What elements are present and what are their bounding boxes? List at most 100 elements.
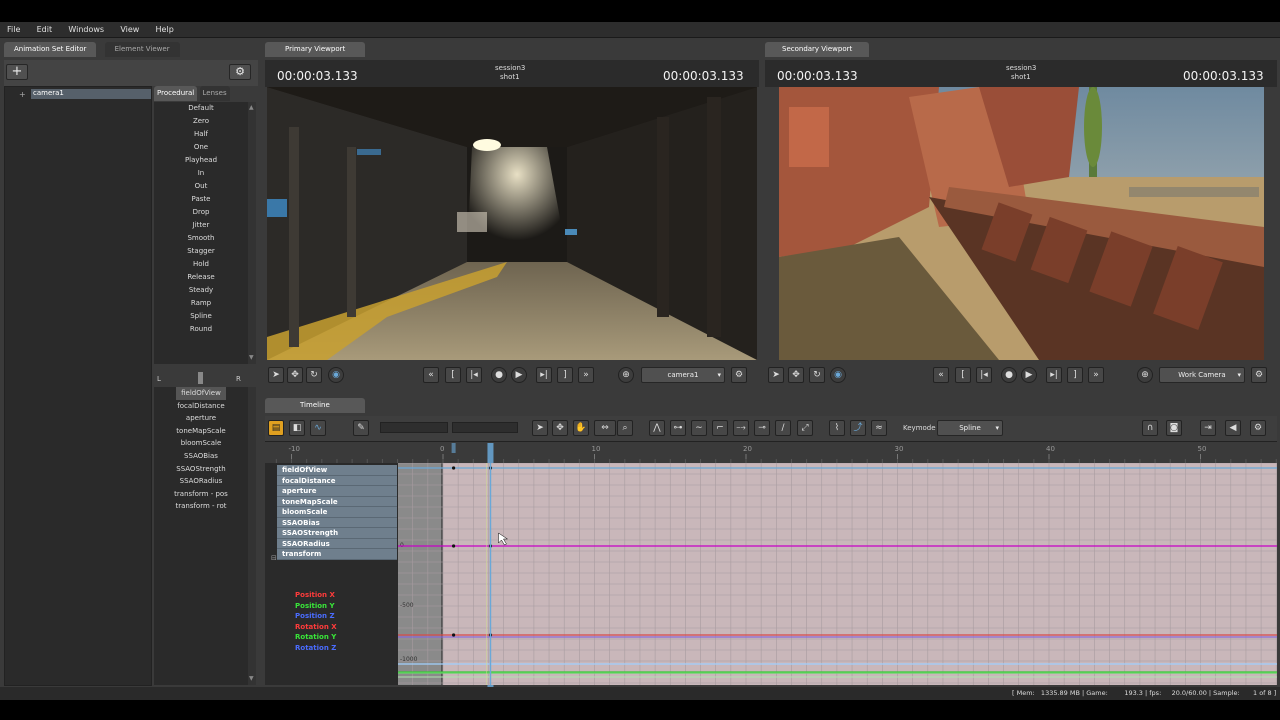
fast-forward-icon-2[interactable]: » (1088, 367, 1104, 383)
record-icon-2[interactable]: ● (1001, 367, 1017, 383)
viewport-gear-icon-2[interactable]: ⚙ (1251, 367, 1267, 383)
preset-item[interactable]: One (154, 141, 248, 154)
preset-item[interactable]: Drop (154, 206, 248, 219)
curve-editor-icon[interactable]: ▤ (268, 420, 284, 436)
preset-item[interactable]: Playhead (154, 154, 248, 167)
camera-settings-icon-2[interactable]: ⊕ (1137, 367, 1153, 383)
magnet-icon[interactable]: ∩ (1142, 420, 1158, 436)
transform-channel-row[interactable]: Position X (277, 590, 397, 601)
preset-item[interactable]: Spline (154, 310, 248, 323)
tab-secondary-viewport[interactable]: Secondary Viewport (765, 42, 870, 57)
goto-end-icon[interactable]: ⇥ (1200, 420, 1216, 436)
keymode-select[interactable]: Spline ▾ (937, 420, 1003, 436)
smooth-curves-icon[interactable]: ≈ (871, 420, 887, 436)
lock-icon[interactable]: ◙ (1166, 420, 1182, 436)
primary-viewport-render[interactable] (267, 87, 757, 360)
menu-edit[interactable]: Edit (30, 22, 60, 34)
move-tool-icon[interactable]: ✥ (287, 367, 303, 383)
gear-icon[interactable]: ⚙ (229, 64, 251, 80)
preset-item[interactable]: Stagger (154, 245, 248, 258)
tangent-weight-icon[interactable]: ⤢ (797, 420, 813, 436)
slider-handle[interactable] (198, 372, 203, 384)
rotate-tool-icon[interactable]: ↻ (306, 367, 322, 383)
prev-frame-icon-2[interactable]: |◂ (976, 367, 992, 383)
transform-channel-row[interactable]: Rotation Y (277, 632, 397, 643)
preset-item[interactable]: Paste (154, 193, 248, 206)
tangent-auto-icon[interactable]: ⋀ (649, 420, 665, 436)
channel-row[interactable]: SSAORadius (277, 538, 397, 549)
show-curves-icon[interactable]: ⌇ (829, 420, 845, 436)
pan-hand-icon[interactable]: ✋ (573, 420, 589, 436)
channel-row[interactable]: aperture (277, 486, 397, 497)
attribute-item[interactable]: SSAORadius (154, 475, 248, 488)
attribute-item[interactable]: SSAOStrength (154, 463, 248, 476)
attribute-item[interactable]: bloomScale (154, 437, 248, 450)
tab-lenses[interactable]: Lenses (199, 86, 230, 101)
menu-windows[interactable]: Windows (61, 22, 111, 34)
graph-mode-icon[interactable]: ∿ (310, 420, 326, 436)
preset-item[interactable]: Jitter (154, 219, 248, 232)
play-icon[interactable]: ▶ (511, 367, 527, 383)
rewind-icon-2[interactable]: « (933, 367, 949, 383)
key-tool-icon[interactable]: ✎ (353, 420, 369, 436)
move-tool-icon-2[interactable]: ✥ (788, 367, 804, 383)
select-tool-icon-2[interactable]: ➤ (768, 367, 784, 383)
preset-item[interactable]: Half (154, 128, 248, 141)
channel-row[interactable]: SSAOBias (277, 517, 397, 528)
work-camera-select[interactable]: Work Camera ▾ (1159, 367, 1245, 383)
mark-in-icon-2[interactable]: [ (955, 367, 971, 383)
rewind-icon[interactable]: « (423, 367, 439, 383)
channel-row[interactable]: toneMapScale (277, 496, 397, 507)
tree-item-camera1[interactable]: camera1 (31, 89, 151, 99)
target-icon-2[interactable]: ◉ (830, 367, 846, 383)
time-field-2[interactable] (452, 422, 518, 433)
transform-channel-row[interactable]: Rotation Z (277, 643, 397, 654)
next-frame-icon-2[interactable]: ▸| (1046, 367, 1062, 383)
timeline-gear-icon[interactable]: ⚙ (1250, 420, 1266, 436)
zoom-icon[interactable]: ⌕ (617, 420, 633, 436)
audio-icon[interactable]: ◀ (1225, 420, 1241, 436)
rotate-tool-icon-2[interactable]: ↻ (809, 367, 825, 383)
transform-channel-row[interactable]: Position Y (277, 601, 397, 612)
pointer-tool-icon[interactable]: ➤ (532, 420, 548, 436)
select-tool-icon[interactable]: ➤ (268, 367, 284, 383)
tangent-flat-icon[interactable]: ⊶ (670, 420, 686, 436)
preset-item[interactable]: Steady (154, 284, 248, 297)
tab-procedural[interactable]: Procedural (154, 86, 198, 101)
viewport-gear-icon[interactable]: ⚙ (731, 367, 747, 383)
channel-row[interactable]: focalDistance (277, 475, 397, 486)
transform-channel-row[interactable]: Position Z (277, 611, 397, 622)
mark-in-icon[interactable]: [ (445, 367, 461, 383)
menu-file[interactable]: File (0, 22, 27, 34)
attribute-item[interactable]: focalDistance (154, 400, 248, 413)
mark-out-icon[interactable]: ] (557, 367, 573, 383)
attribute-item[interactable]: fieldOfView (176, 387, 226, 400)
tab-timeline[interactable]: Timeline (265, 398, 365, 413)
preset-item[interactable]: In (154, 167, 248, 180)
camera-select[interactable]: camera1 ▾ (641, 367, 725, 383)
camera-settings-icon[interactable]: ⊕ (618, 367, 634, 383)
preset-item[interactable]: Zero (154, 115, 248, 128)
channel-row[interactable]: bloomScale (277, 507, 397, 518)
record-icon[interactable]: ● (491, 367, 507, 383)
tangent-step-icon[interactable]: ⌐ (712, 420, 728, 436)
menu-view[interactable]: View (113, 22, 146, 34)
collapse-icon[interactable]: ⊟ (271, 554, 277, 562)
preset-item[interactable]: Default (154, 102, 248, 115)
fast-forward-icon[interactable]: » (578, 367, 594, 383)
menu-help[interactable]: Help (149, 22, 181, 34)
tangent-break-icon[interactable]: ⊸ (754, 420, 770, 436)
secondary-viewport-render[interactable] (779, 87, 1264, 360)
preset-item[interactable]: Round (154, 323, 248, 336)
mark-out-icon-2[interactable]: ] (1067, 367, 1083, 383)
top-ruler[interactable]: -10 0 10 20 30 40 50 (260, 443, 1277, 463)
tab-animation-set-editor[interactable]: Animation Set Editor (4, 42, 97, 57)
time-field-1[interactable] (380, 422, 448, 433)
tab-primary-viewport[interactable]: Primary Viewport (265, 42, 366, 57)
target-icon[interactable]: ◉ (328, 367, 344, 383)
preset-item[interactable]: Out (154, 180, 248, 193)
attribute-item[interactable]: toneMapScale (154, 425, 248, 438)
preset-scrollbar[interactable]: ▲ ▼ (248, 102, 256, 364)
channel-row[interactable]: transform (277, 549, 397, 560)
tab-element-viewer[interactable]: Element Viewer (104, 42, 180, 57)
